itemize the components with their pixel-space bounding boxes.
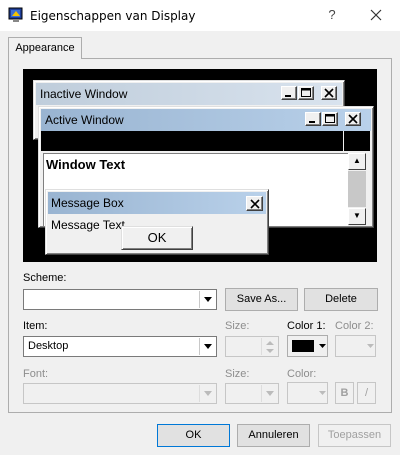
item-label: Item:: [23, 320, 48, 332]
save-as-button[interactable]: Save As...: [225, 288, 298, 311]
close-icon: [345, 112, 361, 126]
italic-button[interactable]: /: [357, 382, 376, 404]
window-title: Eigenschappen van Display: [30, 9, 196, 23]
color1-swatch: [292, 340, 314, 352]
color2-picker[interactable]: [335, 335, 376, 357]
apply-button[interactable]: Toepassen: [318, 424, 391, 447]
scroll-track: [348, 171, 366, 207]
chevron-down-icon: [261, 385, 277, 402]
stepper-icon: [261, 338, 277, 355]
inactive-window-title-text: Inactive Window: [40, 87, 128, 101]
font-label: Font:: [23, 368, 49, 380]
chevron-down-icon: [199, 291, 215, 308]
display-app-icon: [8, 7, 24, 23]
menu-bar-preview-end: [344, 131, 370, 151]
chevron-down-icon: [367, 344, 374, 348]
message-box-title: Message Box: [48, 192, 266, 214]
scroll-up-icon: ▲: [348, 153, 366, 170]
menu-bar-preview: [41, 131, 343, 151]
close-icon: [370, 9, 382, 21]
close-icon: [321, 86, 337, 100]
minimize-icon: [305, 112, 321, 126]
color2-label: Color 2:: [335, 320, 374, 332]
color1-label: Color 1:: [287, 320, 326, 332]
cancel-button[interactable]: Annuleren: [237, 424, 310, 447]
scheme-label: Scheme:: [23, 272, 67, 284]
chevron-down-icon: [199, 385, 215, 402]
maximize-icon: [322, 112, 338, 126]
bold-button[interactable]: B: [335, 382, 354, 404]
chevron-down-icon: [319, 344, 326, 348]
font-size-label: Size:: [225, 368, 250, 380]
message-box-ok-button: OK: [121, 226, 193, 250]
item-value: Desktop: [28, 340, 69, 352]
help-button[interactable]: ?: [320, 3, 344, 27]
minimize-icon: [281, 86, 297, 100]
item-size-label: Size:: [225, 320, 250, 332]
window-text: Window Text: [46, 157, 126, 172]
maximize-icon: [298, 86, 314, 100]
ok-button[interactable]: OK: [157, 424, 230, 447]
item-select[interactable]: Desktop: [23, 336, 217, 357]
font-select[interactable]: [23, 383, 217, 404]
close-button[interactable]: [362, 3, 390, 27]
chevron-down-icon: [199, 338, 215, 355]
delete-button[interactable]: Delete: [304, 288, 378, 311]
font-color-label: Color:: [287, 368, 317, 380]
message-text: Message Text: [51, 218, 125, 232]
scheme-select[interactable]: [23, 289, 217, 310]
item-size-stepper[interactable]: [225, 336, 279, 357]
active-window-title-text: Active Window: [45, 113, 124, 127]
vertical-scrollbar: ▲ ▼: [348, 153, 366, 226]
tab-appearance[interactable]: Appearance: [8, 37, 82, 59]
font-color-picker[interactable]: [287, 382, 328, 404]
color1-picker[interactable]: [287, 335, 328, 357]
font-size-select[interactable]: [225, 383, 279, 404]
message-box-title-text: Message Box: [51, 196, 124, 210]
scroll-down-icon: ▼: [348, 208, 366, 225]
close-icon: [246, 196, 263, 211]
chevron-down-icon: [319, 391, 326, 395]
